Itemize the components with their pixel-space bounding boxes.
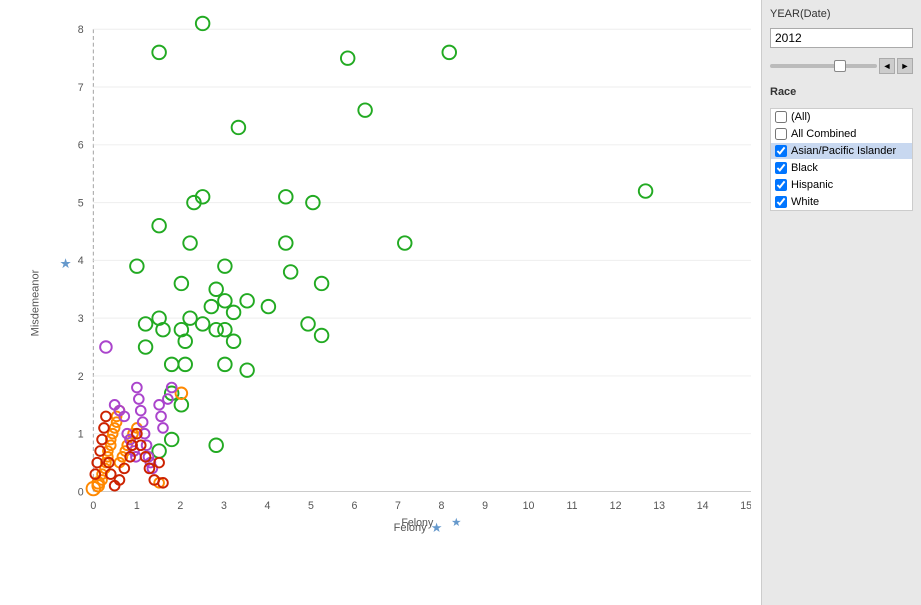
race-label-combined: All Combined <box>791 128 856 140</box>
svg-text:4: 4 <box>264 500 270 512</box>
svg-text:6: 6 <box>78 140 84 152</box>
chart-area: Misdemeanor 0 1 2 3 4 5 6 7 <box>0 0 761 605</box>
svg-text:2: 2 <box>177 500 183 512</box>
svg-text:14: 14 <box>697 500 709 512</box>
sidebar: YEAR(Date) ◄ ► Race (All) All Combined A… <box>761 0 921 605</box>
svg-text:15: 15 <box>740 500 751 512</box>
year-input[interactable] <box>770 28 913 48</box>
race-label-white: White <box>791 196 819 208</box>
svg-text:2: 2 <box>78 371 84 383</box>
svg-text:13: 13 <box>653 500 665 512</box>
race-label-black: Black <box>791 162 818 174</box>
race-label-hispanic: Hispanic <box>791 179 833 191</box>
svg-text:★: ★ <box>451 517 461 529</box>
svg-text:8: 8 <box>439 500 445 512</box>
slider-prev-button[interactable]: ◄ <box>879 58 895 74</box>
svg-text:8: 8 <box>78 24 84 36</box>
slider-track[interactable] <box>770 64 877 68</box>
x-axis-label: Felony <box>394 522 427 534</box>
slider-next-button[interactable]: ► <box>897 58 913 74</box>
felony-star-icon: ★ <box>431 520 443 536</box>
svg-text:7: 7 <box>395 500 401 512</box>
svg-text:11: 11 <box>567 500 578 512</box>
race-item-hispanic[interactable]: Hispanic <box>771 177 912 193</box>
chart-container: Misdemeanor 0 1 2 3 4 5 6 7 <box>0 0 761 605</box>
chart-svg: 0 1 2 3 4 5 6 7 8 <box>45 10 751 530</box>
race-section-label: Race <box>770 86 913 98</box>
race-item-asian[interactable]: Asian/Pacific Islander <box>771 143 912 159</box>
race-checkbox-asian[interactable] <box>775 145 787 157</box>
race-checkbox-hispanic[interactable] <box>775 179 787 191</box>
svg-text:9: 9 <box>482 500 488 512</box>
svg-text:0: 0 <box>78 486 84 498</box>
svg-text:7: 7 <box>78 82 84 94</box>
race-item-combined[interactable]: All Combined <box>771 126 912 142</box>
race-label-asian: Asian/Pacific Islander <box>791 145 896 157</box>
race-checkbox-black[interactable] <box>775 162 787 174</box>
svg-text:0: 0 <box>90 500 96 512</box>
race-filter-list: (All) All Combined Asian/Pacific Islande… <box>770 108 913 211</box>
x-axis-label-container: Felony ★ <box>85 520 751 536</box>
y-axis-label: Misdemeanor <box>29 269 41 336</box>
svg-text:1: 1 <box>78 429 84 441</box>
svg-text:4: 4 <box>78 255 84 267</box>
race-checkbox-white[interactable] <box>775 196 787 208</box>
svg-text:6: 6 <box>352 500 358 512</box>
slider-thumb[interactable] <box>834 60 846 72</box>
race-checkbox-all[interactable] <box>775 111 787 123</box>
svg-text:3: 3 <box>78 313 84 325</box>
year-section-label: YEAR(Date) <box>770 8 913 20</box>
race-checkbox-combined[interactable] <box>775 128 787 140</box>
race-item-white[interactable]: White <box>771 194 912 210</box>
svg-text:10: 10 <box>523 500 535 512</box>
svg-text:★: ★ <box>60 256 72 271</box>
svg-text:12: 12 <box>610 500 622 512</box>
race-item-black[interactable]: Black <box>771 160 912 176</box>
svg-text:5: 5 <box>78 197 84 209</box>
race-label-all: (All) <box>791 111 811 123</box>
race-item-all[interactable]: (All) <box>771 109 912 125</box>
svg-text:3: 3 <box>221 500 227 512</box>
svg-text:1: 1 <box>134 500 140 512</box>
slider-row: ◄ ► <box>770 58 913 74</box>
svg-text:5: 5 <box>308 500 314 512</box>
